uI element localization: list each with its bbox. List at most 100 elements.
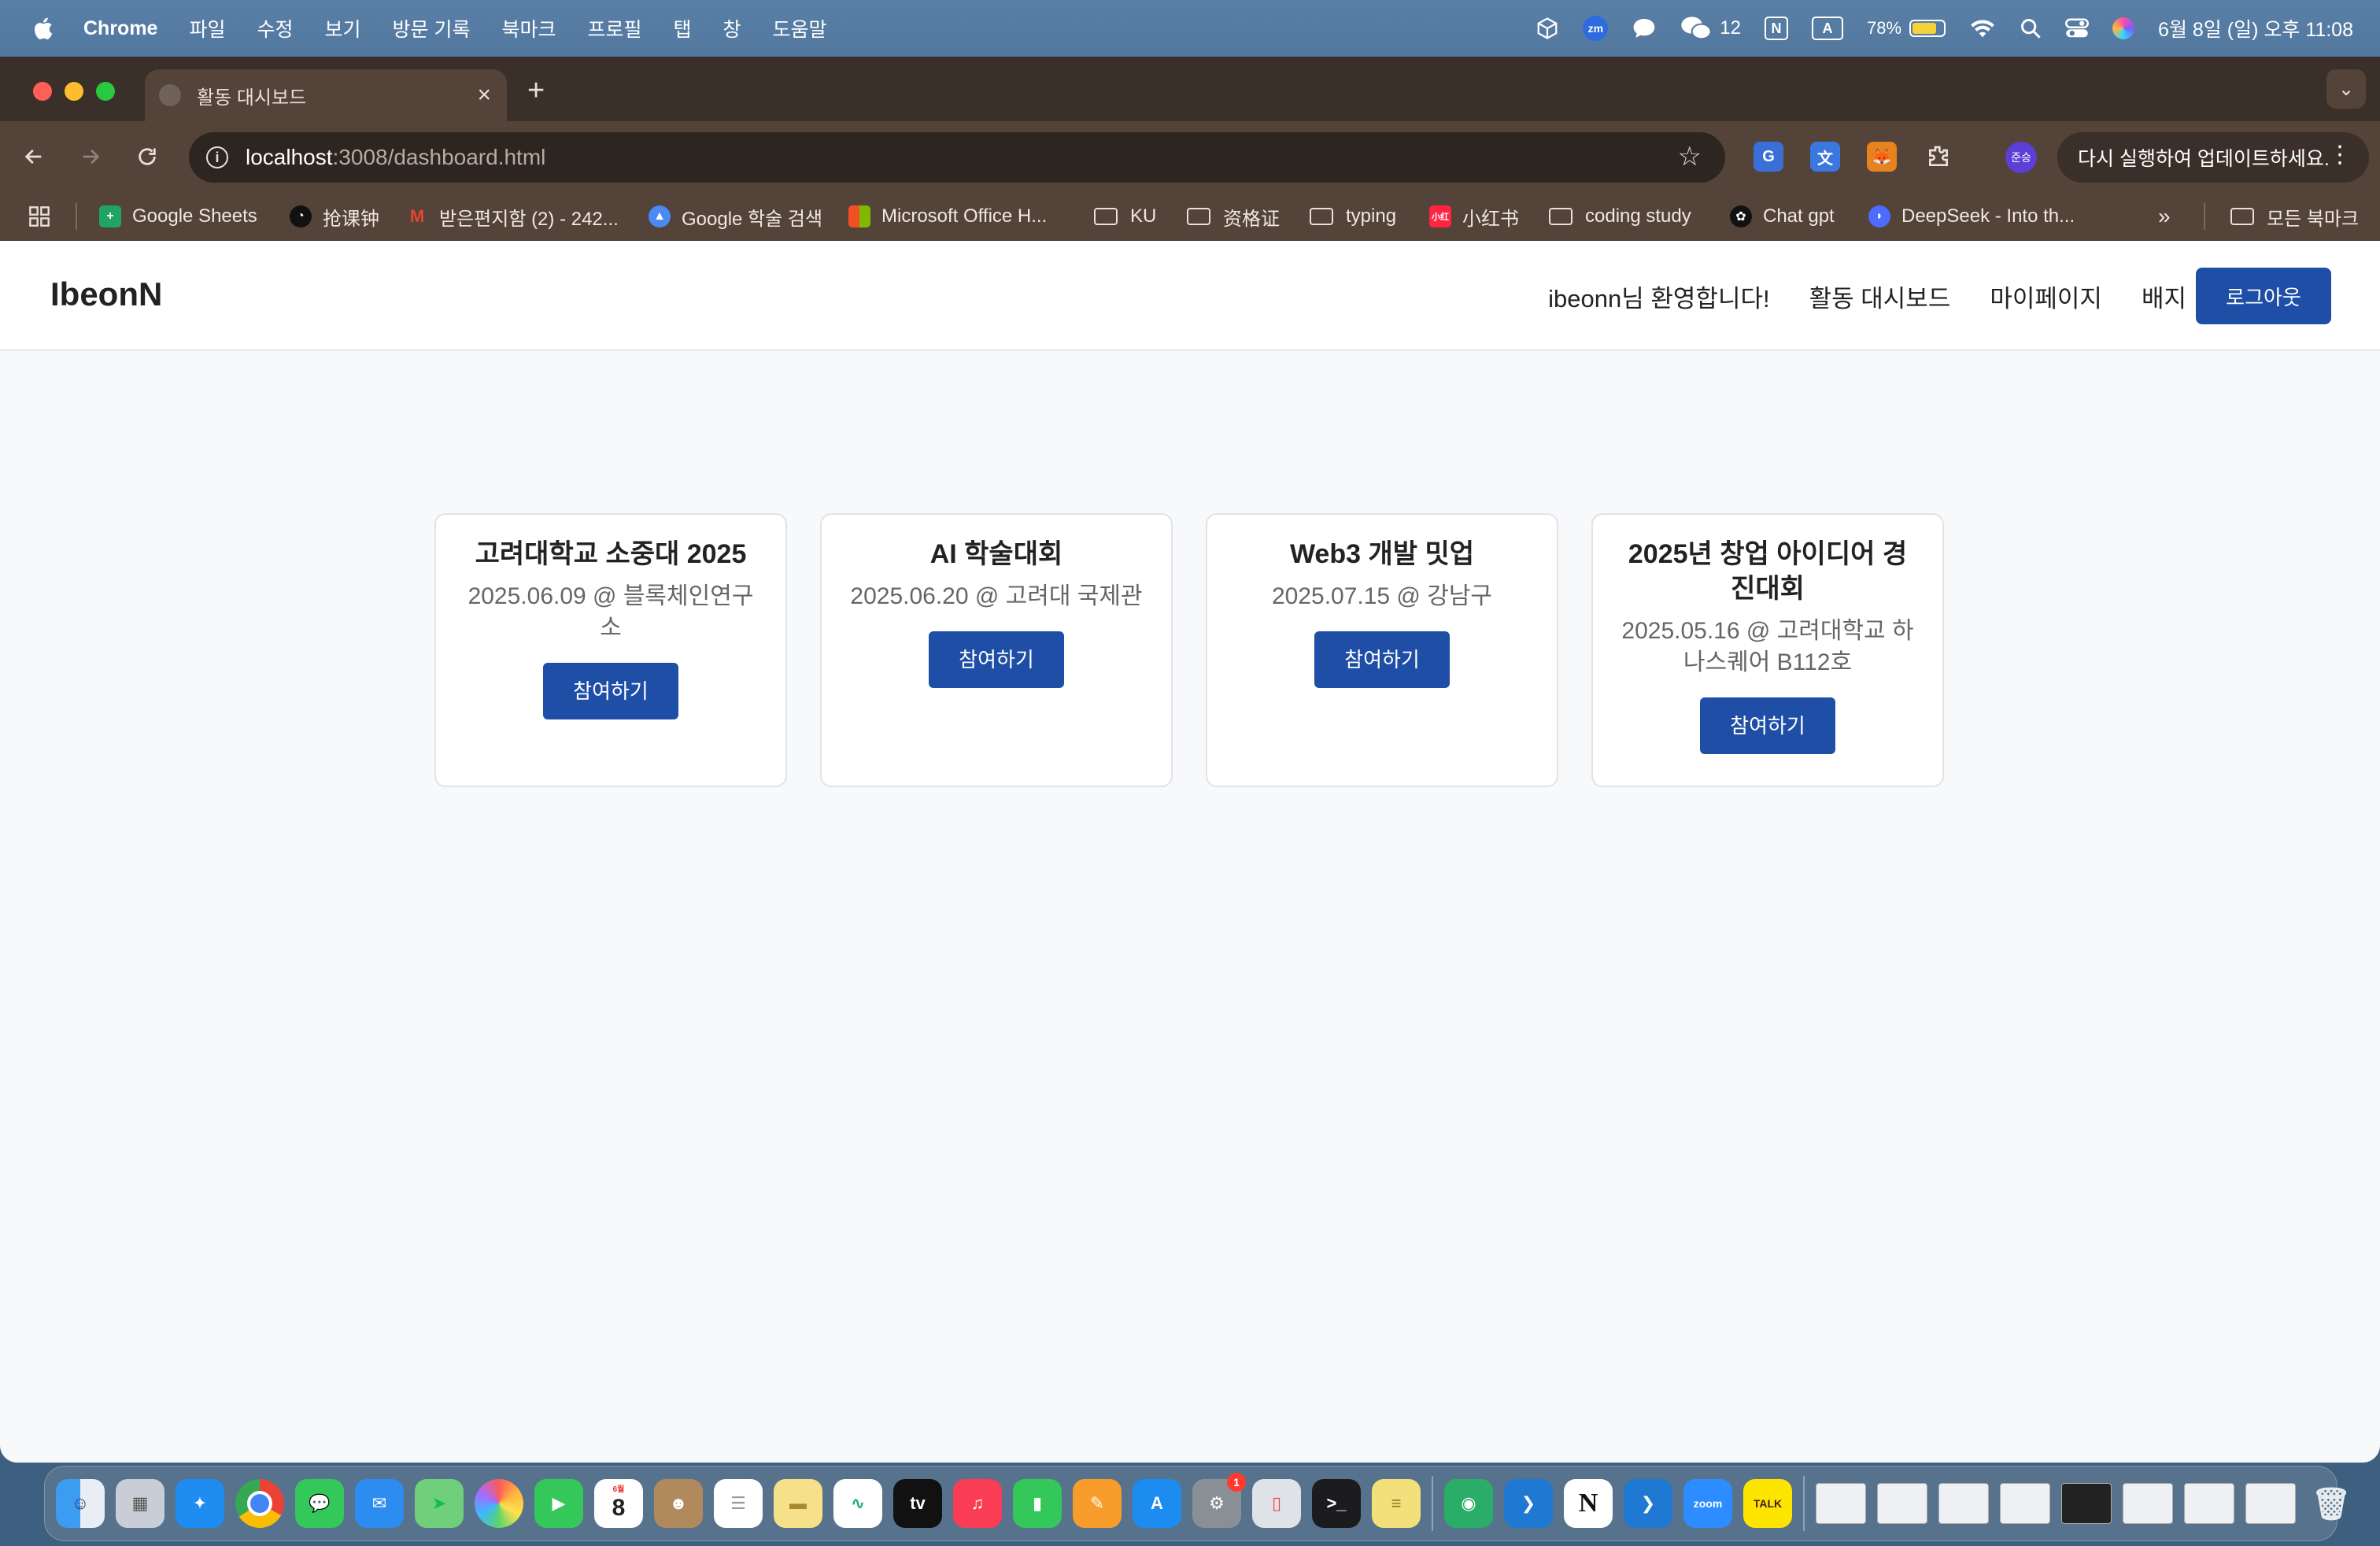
close-tab-icon[interactable]: × [477,83,491,107]
menu-edit[interactable]: 수정 [257,14,293,43]
forward-arrow-icon[interactable] [71,137,110,176]
maximize-window-button[interactable] [96,82,115,101]
contacts-icon[interactable]: ☻ [654,1479,703,1528]
calendar-icon[interactable]: 6월 8 [594,1479,643,1528]
menu-chrome[interactable]: Chrome [83,17,157,40]
nav-activity-dashboard[interactable]: 활동 대시보드 [1809,279,1951,314]
vscode-insiders-icon[interactable]: ❯ [1624,1479,1672,1528]
back-arrow-icon[interactable] [14,137,54,176]
bookmark-folder-typing[interactable]: typing [1310,205,1396,228]
join-button[interactable]: 참여하기 [1700,697,1835,754]
notion-app-icon[interactable]: N [1564,1479,1613,1528]
minimize-window-button[interactable] [65,82,83,101]
vscode-icon[interactable]: ❯ [1504,1479,1553,1528]
freeform-icon[interactable]: ∿ [833,1479,882,1528]
iphone-mirroring-icon[interactable]: ▯ [1252,1479,1301,1528]
finder-icon[interactable]: ☺ [56,1479,105,1528]
siri-icon[interactable] [2112,17,2135,39]
apple-tv-icon[interactable]: tv [893,1479,942,1528]
menu-window[interactable]: 창 [723,14,741,43]
clock-datetime[interactable]: 6월 8일 (일) 오후 11:08 [2158,14,2353,43]
stickies-icon[interactable]: ≡ [1372,1479,1421,1528]
message-icon[interactable] [1632,17,1657,40]
wechat-icon[interactable]: 12 [1680,16,1741,41]
minimized-window-thumbnail[interactable] [1877,1483,1927,1524]
all-bookmarks-folder[interactable]: 모든 북마크 [2230,205,2359,230]
close-window-button[interactable] [33,82,52,101]
bookmark-chat-gpt[interactable]: ✿ Chat gpt [1730,205,1835,228]
bookmark-folder-coding-study[interactable]: coding study [1549,205,1691,228]
bookmark-xiaohongshu[interactable]: 小红 小红书 [1429,205,1519,230]
control-center-icon[interactable] [2065,17,2090,39]
minimized-window-thumbnail[interactable] [2245,1483,2296,1524]
join-button[interactable]: 참여하기 [543,663,678,719]
notes-icon[interactable]: ▬ [774,1479,822,1528]
apps-grid-icon[interactable] [28,205,50,228]
metamask-fox-icon[interactable]: 🦊 [1867,142,1897,172]
terminal-icon[interactable]: >_ [1312,1479,1361,1528]
bookmark-microsoft-office[interactable]: Microsoft Office H... [848,205,1047,228]
trash-icon[interactable]: 🗑 [2307,1479,2356,1528]
menu-bookmarks[interactable]: 북마크 [501,14,556,43]
maps-icon[interactable]: ➤ [415,1479,464,1528]
input-source-icon[interactable]: A [1812,17,1843,40]
zoom-app-icon[interactable]: zoom [1683,1479,1732,1528]
nav-badges[interactable]: 배지 [2142,279,2186,314]
new-tab-plus-icon[interactable]: + [527,74,545,108]
minimized-window-thumbnail[interactable] [2184,1483,2234,1524]
more-bookmarks-chevron-icon[interactable]: » [2158,204,2171,228]
mail-icon[interactable]: ✉ [355,1479,404,1528]
zoom-status-icon[interactable]: zm [1583,16,1609,41]
battery-status[interactable]: 78% [1867,18,1946,39]
kakaotalk-icon[interactable]: TALK [1743,1479,1792,1528]
google-translate-extension-icon[interactable]: G [1754,142,1783,172]
messages-icon[interactable]: 💬 [295,1479,344,1528]
menu-help[interactable]: 도움말 [773,14,827,43]
facetime-camera-icon[interactable]: ▶ [534,1479,583,1528]
menu-history[interactable]: 방문 기록 [393,14,471,43]
numbers-chart-icon[interactable]: ▮ [1013,1479,1062,1528]
bookmark-folder-ku[interactable]: KU [1094,205,1156,228]
site-info-icon[interactable]: i [206,146,228,168]
bookmark-google-scholar[interactable]: ▲ Google 학술 검색 [649,205,822,230]
menu-profile[interactable]: 프로필 [587,14,641,43]
bookmark-star-icon[interactable]: ☆ [1678,143,1702,170]
minimized-window-thumbnail[interactable] [1816,1483,1866,1524]
bookmark-folder-certificate[interactable]: 资格证 [1187,205,1280,230]
tab-search-chevron-icon[interactable]: ⌄ [2326,69,2366,109]
menu-tab[interactable]: 탭 [674,14,692,43]
notion-status-icon[interactable]: N [1765,17,1788,40]
photos-icon[interactable] [475,1479,523,1528]
address-bar[interactable]: i localhost:3008/dashboard.html ☆ [189,132,1725,183]
spotlight-search-icon[interactable] [2020,17,2042,39]
translate-extension-icon[interactable]: 文 [1810,142,1840,172]
tab-dashboard[interactable]: 활동 대시보드 × [145,69,507,121]
relaunch-update-button[interactable]: 다시 실행하여 업데이트하세요. ⋮ [2057,132,2369,183]
minimized-window-thumbnail[interactable] [2061,1483,2112,1524]
minimized-window-thumbnail[interactable] [1938,1483,1989,1524]
minimized-window-thumbnail[interactable] [2123,1483,2173,1524]
app-store-icon[interactable]: A [1133,1479,1181,1528]
safari-compass-icon[interactable]: ✦ [176,1479,224,1528]
join-button[interactable]: 참여하기 [1314,631,1450,688]
join-button[interactable]: 참여하기 [929,631,1064,688]
pages-pen-icon[interactable]: ✎ [1073,1479,1122,1528]
wechat-app-icon[interactable]: ◉ [1444,1479,1493,1528]
menu-file[interactable]: 파일 [189,14,225,43]
nav-mypage[interactable]: 마이페이지 [1990,279,2102,314]
bookmark-deepseek[interactable]: ◗ DeepSeek - Into th... [1868,205,2075,228]
bookmark-qiangkezhong[interactable]: ◔ 抢课钟 [290,205,379,230]
chrome-icon[interactable] [235,1479,284,1528]
launchpad-icon[interactable]: ▦ [116,1479,164,1528]
more-menu-icon[interactable]: ⋮ [2328,143,2352,167]
site-brand-logo[interactable]: IbeonN [50,276,162,313]
minimized-window-thumbnail[interactable] [2000,1483,2050,1524]
reminders-icon[interactable]: ☰ [714,1479,763,1528]
apple-menu-icon[interactable] [31,16,54,41]
bookmark-google-sheets[interactable]: + Google Sheets [99,205,257,228]
profile-avatar[interactable]: 준승 [2005,142,2037,173]
extensions-puzzle-icon[interactable] [1924,142,1953,172]
bookmark-gmail-inbox[interactable]: M 받은편지함 (2) - 242... [406,205,619,230]
logout-button[interactable]: 로그아웃 [2196,268,2331,324]
system-settings-gear-icon[interactable]: ⚙ 1 [1192,1473,1246,1528]
